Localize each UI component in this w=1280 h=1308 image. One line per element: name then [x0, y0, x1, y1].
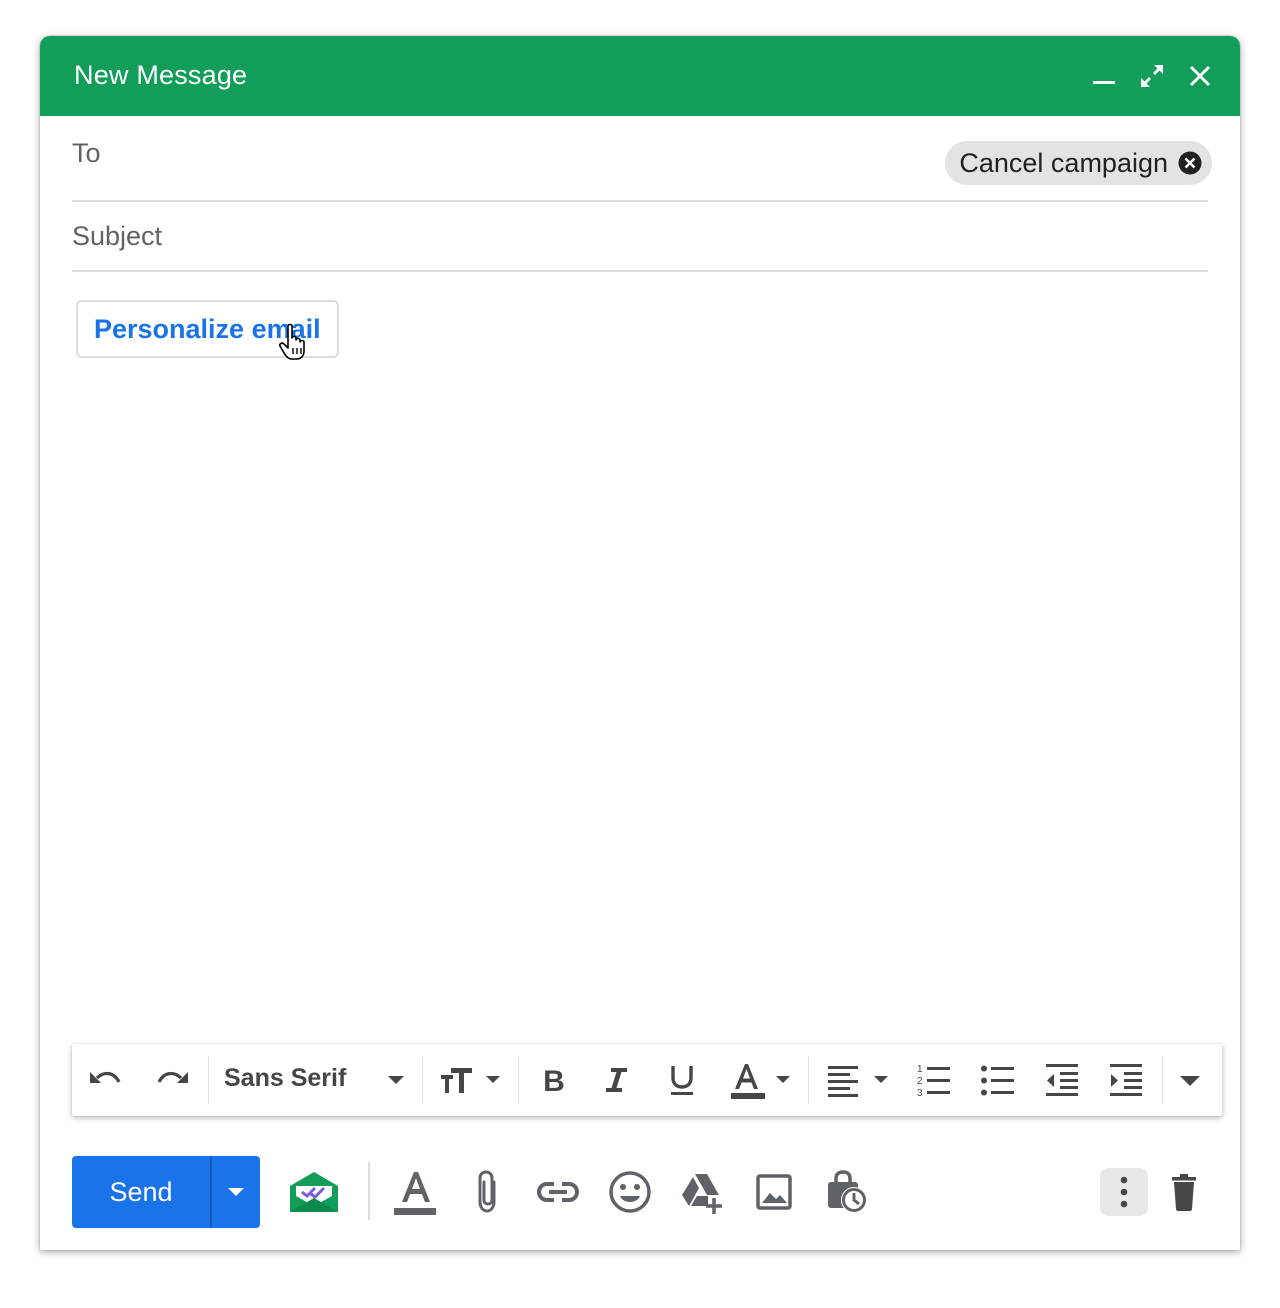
- underline-button[interactable]: [662, 1060, 702, 1100]
- subject-row: [72, 202, 1208, 272]
- toolbar-separator: [808, 1056, 809, 1104]
- remove-recipient-button[interactable]: [1178, 151, 1202, 175]
- to-label: To: [72, 138, 101, 168]
- more-options-button[interactable]: [1100, 1168, 1148, 1216]
- bold-icon: B: [543, 1065, 565, 1098]
- italic-icon: [606, 1068, 627, 1092]
- redo-icon: [157, 1071, 188, 1083]
- insert-emoji-button[interactable]: [606, 1168, 654, 1221]
- send-button-group: Send: [72, 1156, 260, 1228]
- insert-drive-button[interactable]: [678, 1168, 726, 1221]
- window-title: New Message: [74, 60, 248, 90]
- toolbar-separator: [518, 1056, 519, 1104]
- remove-circle-icon: [1178, 151, 1202, 175]
- formatting-toolbar: Sans Serif B 1 2 3: [72, 1044, 1222, 1116]
- italic-button[interactable]: [596, 1060, 636, 1100]
- message-body[interactable]: Personalize email: [72, 272, 1208, 1032]
- underline-icon: [671, 1066, 693, 1095]
- chevron-down-icon: [228, 1188, 244, 1196]
- compose-window: New Message To Cancel campaign Subject P…: [40, 36, 1240, 1250]
- bulleted-list-button[interactable]: [978, 1060, 1018, 1100]
- photo-icon: [756, 1174, 792, 1210]
- svg-text:3: 3: [917, 1088, 923, 1099]
- more-formatting-icon: [1180, 1076, 1200, 1086]
- subject-input[interactable]: [72, 202, 1208, 270]
- insert-link-button[interactable]: [534, 1168, 582, 1221]
- discard-draft-button[interactable]: [1160, 1168, 1208, 1221]
- text-color-button[interactable]: [726, 1060, 798, 1100]
- link-icon: [536, 1182, 580, 1202]
- drive-icon: [682, 1174, 722, 1214]
- bulleted-list-icon: [981, 1065, 1014, 1096]
- send-options-button[interactable]: [212, 1156, 260, 1228]
- close-button[interactable]: [1184, 60, 1216, 92]
- numbered-list-icon: 1 2 3: [917, 1064, 950, 1099]
- indent-less-icon: [1046, 1064, 1078, 1096]
- chevron-down-icon: [388, 1076, 404, 1084]
- svg-text:2: 2: [917, 1076, 923, 1087]
- schedule-icon: [828, 1170, 867, 1213]
- more-options-icon: [1120, 1176, 1128, 1208]
- more-formatting-button[interactable]: [1170, 1060, 1210, 1100]
- toolbar-separator: [1162, 1056, 1163, 1104]
- attach-file-button[interactable]: [464, 1168, 512, 1221]
- indent-more-button[interactable]: [1106, 1060, 1146, 1100]
- svg-text:B: B: [543, 1065, 565, 1098]
- font-select[interactable]: Sans Serif: [218, 1060, 418, 1100]
- attach-icon: [478, 1170, 496, 1213]
- emoji-icon: [609, 1171, 651, 1213]
- mail-merge-icon: [290, 1172, 338, 1212]
- indent-less-button[interactable]: [1042, 1060, 1082, 1100]
- font-size-icon: [441, 1068, 500, 1093]
- recipient-chip[interactable]: Cancel campaign: [945, 141, 1212, 185]
- svg-text:1: 1: [917, 1064, 923, 1075]
- insert-photo-button[interactable]: [750, 1168, 798, 1221]
- recipient-chip-label: Cancel campaign: [959, 147, 1168, 178]
- toolbar-separator: [422, 1056, 423, 1104]
- minimize-button[interactable]: [1088, 60, 1120, 92]
- redo-button[interactable]: [152, 1060, 192, 1100]
- numbered-list-button[interactable]: 1 2 3: [914, 1060, 954, 1100]
- mail-merge-button[interactable]: [286, 1164, 342, 1225]
- minimize-icon: [1093, 81, 1115, 84]
- align-icon: [828, 1066, 888, 1097]
- hand-cursor-icon: [279, 323, 305, 360]
- undo-button[interactable]: [86, 1060, 126, 1100]
- bold-button[interactable]: B: [534, 1060, 574, 1100]
- indent-more-icon: [1110, 1064, 1142, 1096]
- undo-icon: [90, 1071, 121, 1083]
- font-size-button[interactable]: [436, 1060, 508, 1100]
- close-icon: [1189, 65, 1211, 87]
- actions-separator: [368, 1162, 370, 1220]
- compose-actions: Send: [72, 1156, 1222, 1228]
- recipients-row[interactable]: To Cancel campaign: [72, 116, 1212, 202]
- send-button[interactable]: Send: [72, 1156, 210, 1228]
- compose-header: New Message: [40, 36, 1240, 116]
- expand-button[interactable]: [1136, 60, 1168, 92]
- font-name: Sans Serif: [224, 1064, 347, 1092]
- expand-icon: [1141, 65, 1163, 87]
- formatting-options-icon: [394, 1172, 436, 1215]
- confidential-mode-button[interactable]: [822, 1168, 870, 1221]
- text-color-icon: [731, 1064, 790, 1099]
- toolbar-separator: [208, 1056, 209, 1104]
- trash-icon: [1172, 1174, 1196, 1211]
- align-button[interactable]: [824, 1060, 896, 1100]
- formatting-options-button[interactable]: [392, 1168, 440, 1221]
